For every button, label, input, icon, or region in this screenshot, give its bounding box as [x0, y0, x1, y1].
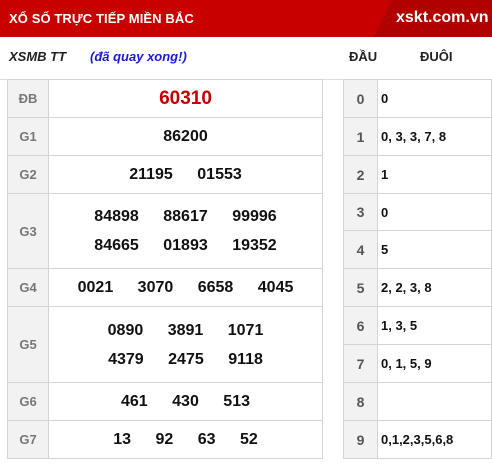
prize-numbers: 86200	[48, 117, 323, 156]
site-logo-text: xskt.com.vn	[396, 9, 489, 26]
loto-head: 1	[343, 117, 378, 156]
winning-number: 60310	[159, 87, 212, 109]
loto-tail: 0	[377, 193, 492, 231]
winning-number: 2475	[168, 350, 204, 368]
winning-number: 461	[120, 392, 148, 410]
prize-numbers: 60310	[48, 79, 323, 118]
prize-label: G7	[7, 420, 49, 459]
loto-tail: 0	[377, 79, 492, 118]
table-row: G4 0021 3070 6658 4045 5 2, 2, 3, 8	[7, 268, 492, 307]
draw-status: (đã quay xong!)	[90, 49, 187, 64]
loto-tail	[377, 382, 492, 421]
winning-number: 84665	[94, 237, 139, 254]
prize-label: G3	[7, 193, 49, 269]
prize-label: G4	[7, 268, 49, 307]
loto-tail: 0, 3, 3, 7, 8	[377, 117, 492, 156]
table-row: G7 13 92 63 52 9 0,1,2,3,5,6,8	[7, 420, 492, 459]
prize-numbers: 13 92 63 52	[48, 420, 323, 459]
winning-number: 9118	[228, 350, 263, 368]
winning-number: 4045	[257, 278, 294, 296]
header-title: XỔ SỐ TRỰC TIẾP MIỀN BẮC	[9, 11, 194, 26]
winning-number: 6658	[197, 278, 234, 296]
table-row: G5 0890 3891 1071 4379 2475 9118 6 1, 3,…	[7, 306, 492, 383]
winning-number: 01893	[163, 237, 208, 254]
prize-numbers: 0021 3070 6658 4045	[48, 268, 323, 307]
prize-label: G1	[7, 117, 49, 156]
loto-head: 7	[343, 344, 378, 383]
loto-head: 4	[343, 230, 378, 269]
table-row: G3 84898 88617 99996 84665 01893 19352 3…	[7, 193, 492, 269]
table-row: G2 21195 01553 2 1	[7, 155, 492, 194]
winning-number: 13	[113, 430, 132, 448]
loto-tail: 1	[377, 155, 492, 194]
loto-tail: 2, 2, 3, 8	[377, 268, 492, 307]
prize-numbers: 84898 88617 99996 84665 01893 19352	[48, 193, 323, 269]
winning-number: 86200	[163, 127, 208, 145]
winning-number: 84898	[94, 208, 139, 225]
loto-tail: 0,1,2,3,5,6,8	[377, 420, 492, 459]
loto-head: 8	[343, 382, 378, 421]
winning-number: 52	[239, 430, 258, 448]
page-header: XỔ SỐ TRỰC TIẾP MIỀN BẮC xskt.com.vn	[0, 0, 492, 37]
winning-number: 3070	[137, 278, 174, 296]
loto-tail: 0, 1, 5, 9	[377, 344, 492, 383]
winning-number: 513	[223, 392, 250, 410]
results-subheader: XSMB TT (đã quay xong!) ĐẦU ĐUÔI	[0, 37, 492, 80]
site-logo[interactable]: xskt.com.vn	[374, 0, 492, 37]
loto-tail: 1, 3, 5	[377, 306, 492, 345]
table-row: G1 86200 1 0, 3, 3, 7, 8	[7, 117, 492, 156]
loto-head: 5	[343, 268, 378, 307]
prize-numbers: 461 430 513	[48, 382, 323, 421]
winning-number: 4379	[108, 350, 144, 368]
loto-head: 2	[343, 155, 378, 194]
prize-label: G2	[7, 155, 49, 194]
winning-number: 3891	[167, 321, 204, 339]
winning-number: 0021	[77, 278, 114, 296]
winning-number: 19352	[232, 237, 277, 254]
prize-numbers: 21195 01553	[48, 155, 323, 194]
table-row: G6 461 430 513 8	[7, 382, 492, 421]
winning-number: 1071	[227, 321, 264, 339]
duoi-column-header: ĐUÔI	[420, 49, 453, 64]
winning-number: 01553	[197, 165, 242, 183]
winning-number: 92	[155, 430, 174, 448]
winning-number: 21195	[129, 165, 173, 183]
winning-number: 430	[172, 392, 199, 410]
winning-number: 88617	[163, 208, 208, 225]
loto-head: 6	[343, 306, 378, 345]
loto-tail: 5	[377, 230, 492, 269]
prize-label: G5	[7, 306, 49, 383]
winning-number: 99996	[232, 208, 277, 225]
results-table: ĐB 60310 0 0 G1 86200 1 0, 3, 3, 7, 8 G2…	[7, 79, 492, 459]
loto-head: 3	[343, 193, 378, 231]
prize-label: G6	[7, 382, 49, 421]
prize-label: ĐB	[7, 79, 49, 118]
prize-numbers: 0890 3891 1071 4379 2475 9118	[48, 306, 323, 383]
winning-number: 0890	[107, 321, 144, 339]
region-label: XSMB TT	[9, 49, 67, 64]
table-row: ĐB 60310 0 0	[7, 79, 492, 118]
loto-head: 0	[343, 79, 378, 118]
dau-column-header: ĐẦU	[349, 49, 378, 64]
loto-head: 9	[343, 420, 378, 459]
winning-number: 63	[197, 430, 216, 448]
